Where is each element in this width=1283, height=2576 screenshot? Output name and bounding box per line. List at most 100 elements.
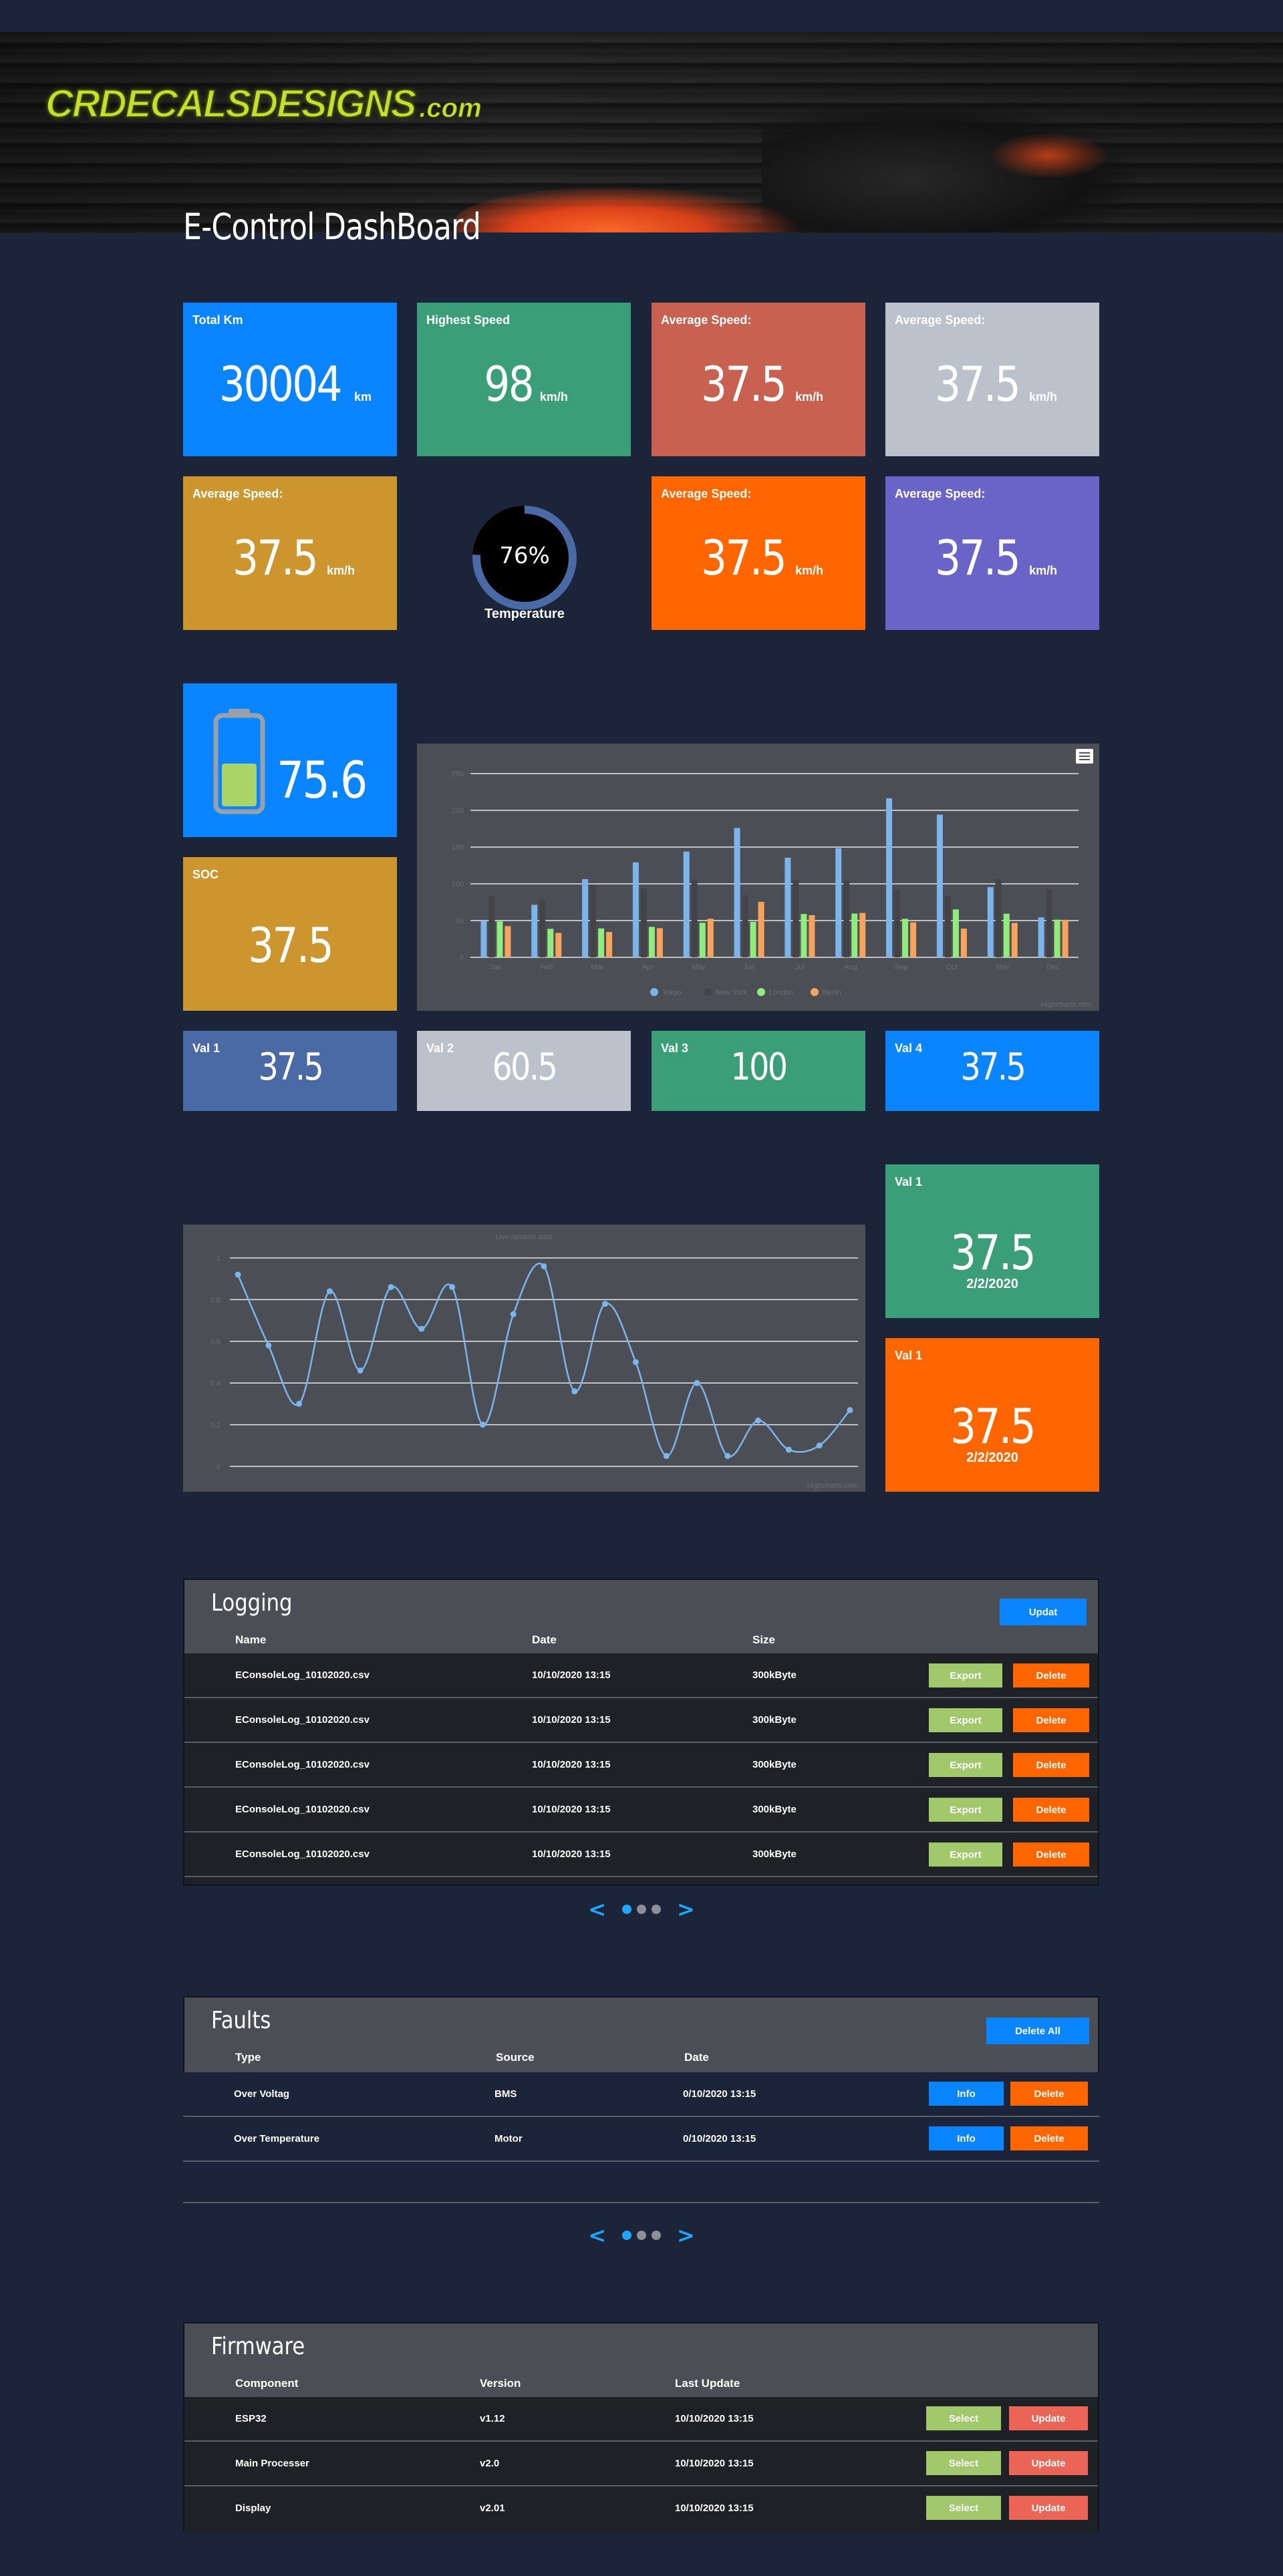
page-dot[interactable] (637, 1905, 646, 1914)
update-button[interactable]: Updat (1000, 1599, 1087, 1625)
export-button[interactable]: Export (929, 1708, 1002, 1732)
bar (742, 895, 748, 957)
delete-button[interactable]: Delete (1010, 2082, 1088, 2106)
delete-all-button[interactable]: Delete All (986, 2018, 1089, 2044)
val-value: 100 (730, 1045, 788, 1089)
page-dot[interactable] (652, 2231, 661, 2240)
y-tick-label: 0 (460, 954, 464, 962)
select-button[interactable]: Select (926, 2496, 1001, 2520)
page-dot[interactable] (652, 1905, 661, 1914)
data-point (632, 1359, 639, 1365)
bar (505, 926, 511, 957)
bar (793, 880, 799, 957)
delete-button[interactable]: Delete (1013, 1708, 1089, 1732)
info-button[interactable]: Info (929, 2082, 1004, 2106)
table-row: EConsoleLog_10102020.csv 10/10/2020 13:1… (184, 1832, 1098, 1877)
log-date: 10/10/2020 13:15 (532, 1669, 611, 1681)
val-value: 37.5 (960, 1045, 1026, 1089)
delete-button[interactable]: Delete (1013, 1753, 1089, 1777)
bar (734, 828, 740, 957)
update-firmware-button[interactable]: Update (1009, 2406, 1088, 2430)
x-tick-label: Aug (844, 963, 857, 971)
column-header-size: Size (752, 1633, 776, 1646)
table-row: EConsoleLog_10102020.csv 10/10/2020 13:1… (184, 1743, 1098, 1788)
delete-button[interactable]: Delete (1013, 1842, 1089, 1867)
page-dot[interactable] (622, 2231, 631, 2240)
log-name: EConsoleLog_10102020.csv (235, 1759, 370, 1770)
logging-table-body: EConsoleLog_10102020.csv 10/10/2020 13:1… (184, 1653, 1098, 1885)
stat-value: 30004 (219, 356, 342, 412)
select-button[interactable]: Select (926, 2406, 1001, 2430)
firmware-component: Display (235, 2503, 271, 2514)
stat-value: 37.5 (700, 356, 787, 412)
chart-menu-icon[interactable] (1076, 749, 1093, 764)
legend-marker (757, 988, 765, 996)
legend-label: Berlin (823, 989, 841, 997)
export-button[interactable]: Export (929, 1798, 1002, 1822)
data-point (449, 1284, 456, 1291)
data-point (663, 1452, 670, 1459)
select-button[interactable]: Select (926, 2451, 1001, 2475)
val-value: 37.5 (258, 1045, 323, 1089)
log-date: 10/10/2020 13:15 (532, 1848, 611, 1860)
table-row: EConsoleLog_10102020.csv 10/10/2020 13:1… (184, 1698, 1098, 1743)
x-tick-label: Mar (591, 963, 603, 971)
stat-label: Average Speed: (661, 487, 752, 500)
update-firmware-button[interactable]: Update (1009, 2451, 1088, 2475)
prev-page-button[interactable]: < (575, 2223, 619, 2248)
bar (539, 899, 546, 957)
info-button[interactable]: Info (929, 2126, 1004, 2150)
table-row: Main Processer v2.0 10/10/2020 13:15 Sel… (184, 2442, 1098, 2486)
bar (691, 879, 698, 957)
export-button[interactable]: Export (929, 1663, 1002, 1687)
bar (809, 915, 815, 957)
brand-logo[interactable]: CRDECALSDESIGNS .com (45, 80, 482, 127)
log-name: EConsoleLog_10102020.csv (235, 1804, 370, 1815)
fault-source: Motor (494, 2133, 523, 2144)
x-tick-label: May (692, 963, 706, 971)
column-header-type: Type (235, 2051, 261, 2064)
next-page-button[interactable]: > (664, 1897, 708, 1922)
fault-type: Over Temperature (234, 2133, 320, 2144)
bar (995, 878, 1002, 957)
data-point (571, 1388, 578, 1395)
table-row: Display v2.01 10/10/2020 13:15 Select Up… (184, 2486, 1098, 2531)
stat-card-average-speed: Average Speed: 37.5 km/h (652, 303, 865, 456)
delete-button[interactable]: Delete (1013, 1798, 1089, 1822)
bar (1046, 889, 1052, 957)
bar (851, 913, 858, 957)
prev-page-button[interactable]: < (575, 1897, 619, 1922)
firmware-version: v1.12 (480, 2413, 505, 2424)
log-name: EConsoleLog_10102020.csv (235, 1848, 370, 1860)
export-button[interactable]: Export (929, 1753, 1002, 1777)
stat-unit: km (354, 390, 372, 404)
page-dot[interactable] (637, 2231, 646, 2240)
delete-button[interactable]: Delete (1013, 1663, 1089, 1687)
log-size: 300kByte (752, 1804, 797, 1815)
table-row: ESP32 v1.12 10/10/2020 13:15 Select Upda… (184, 2397, 1098, 2442)
x-tick-label: Sep (895, 963, 908, 971)
update-firmware-button[interactable]: Update (1009, 2496, 1088, 2520)
battery-icon (212, 707, 266, 818)
stat-label: Highest Speed (426, 313, 511, 327)
table-row: EConsoleLog_10102020.csv 10/10/2020 13:1… (184, 1653, 1098, 1698)
column-header-version: Version (480, 2377, 521, 2390)
log-date: 10/10/2020 13:15 (532, 1759, 611, 1770)
chart-credit: Highcharts.com (807, 1482, 858, 1490)
x-tick-label: Feb (540, 963, 553, 971)
bar (648, 927, 655, 957)
column-header-last-update: Last Update (675, 2377, 740, 2390)
export-button[interactable]: Export (929, 1842, 1002, 1867)
next-page-button[interactable]: > (664, 2223, 708, 2248)
faults-table-body: Over Voltag BMS 0/10/2020 13:15 Info Del… (183, 2072, 1099, 2162)
stat-label: Average Speed: (661, 313, 752, 327)
table-row: Over Temperature Motor 0/10/2020 13:15 I… (183, 2117, 1099, 2162)
page-dot[interactable] (622, 1905, 631, 1914)
bar (640, 889, 647, 957)
bar (582, 878, 589, 957)
bar (936, 814, 943, 957)
stat-card-average-speed: Average Speed: 37.5 km/h (885, 303, 1099, 456)
firmware-version: v2.01 (480, 2503, 505, 2514)
delete-button[interactable]: Delete (1010, 2126, 1088, 2150)
data-point (694, 1380, 700, 1386)
